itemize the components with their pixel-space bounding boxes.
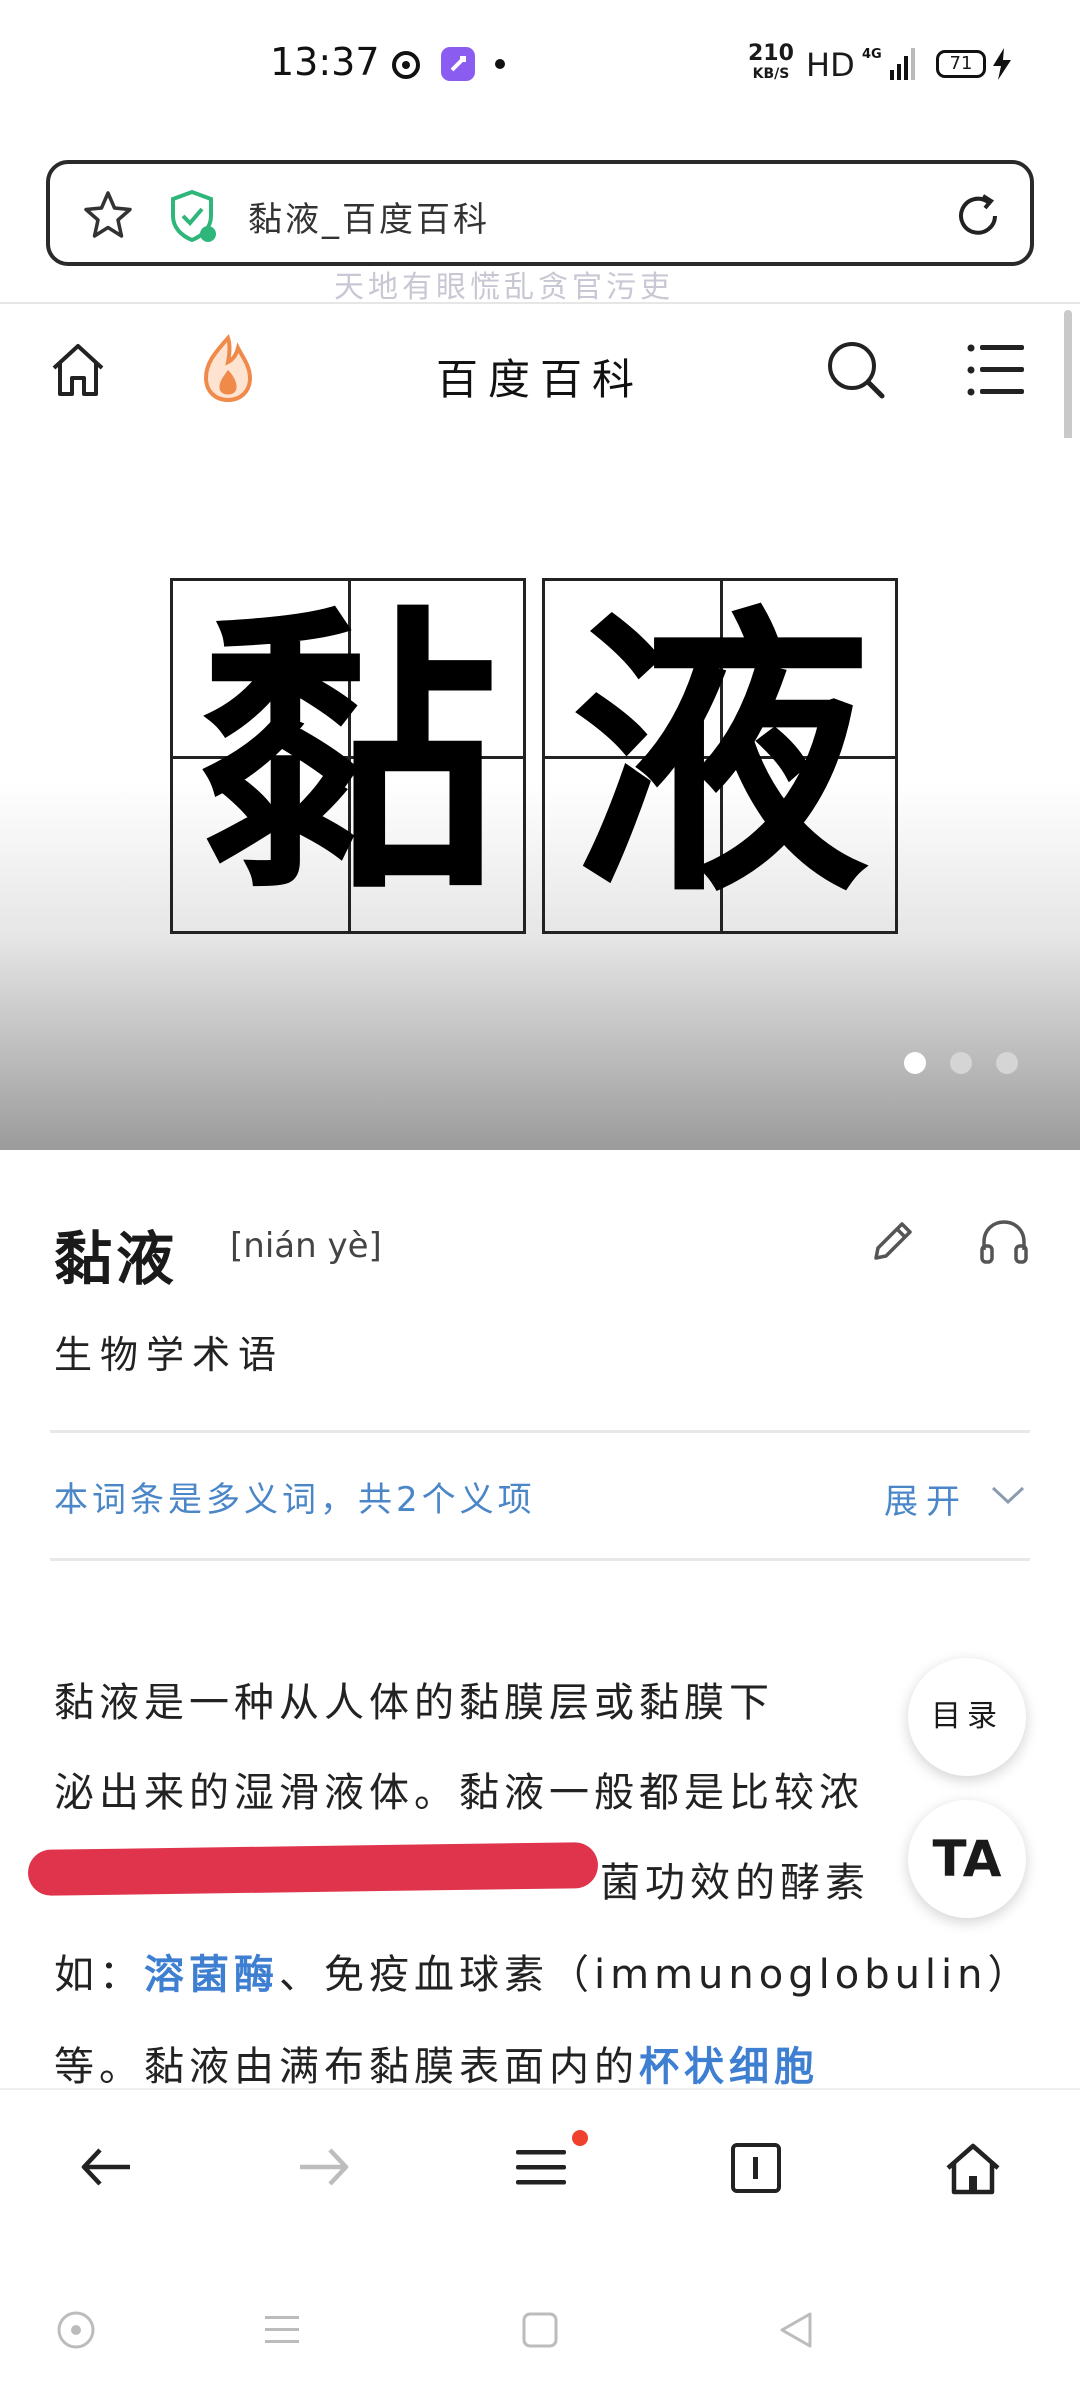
watermark-text: 天地有眼慌乱贪官污吏	[334, 270, 674, 305]
edit-pencil-icon[interactable]	[866, 1216, 918, 1268]
link-goblet-cell[interactable]: 杯状细胞	[639, 2044, 819, 2090]
site-title: 百度百科	[435, 355, 644, 404]
expand-button[interactable]: 展开	[884, 1474, 968, 1523]
site-header: 百度百科	[0, 302, 1080, 440]
text-segment: 等。黏液由满布黏膜表面内的	[54, 2044, 639, 2090]
signal-icon: 4G	[862, 47, 915, 80]
net-speed-value: 210	[748, 41, 794, 66]
forward-arrow-icon[interactable]	[294, 2142, 352, 2192]
term-title: 黏液	[54, 1225, 179, 1293]
security-shield-icon[interactable]	[164, 188, 220, 244]
character-grid-2: 液	[542, 578, 898, 934]
system-nav-bar	[0, 2248, 1080, 2400]
character-grid-1: 黏	[170, 578, 526, 934]
back-triangle-icon[interactable]	[776, 2310, 816, 2350]
polysemy-notice[interactable]: 本词条是多义词，共2个义项	[54, 1472, 536, 1521]
carousel-dots[interactable]	[904, 1052, 1042, 1078]
carousel-dot[interactable]	[996, 1052, 1018, 1074]
article-line: 泌出来的湿滑液体。黏液一般都是比较浓	[54, 1770, 864, 1816]
toc-button[interactable]: 目录	[908, 1658, 1026, 1776]
notification-dot-icon	[495, 59, 505, 69]
link-lysozyme[interactable]: 溶菌酶	[144, 1952, 279, 1998]
page-url-title[interactable]: 黏液_百度百科	[248, 192, 490, 241]
address-bar[interactable]: 黏液_百度百科	[46, 160, 1034, 266]
term-subtitle: 生物学术语	[54, 1333, 285, 1377]
assistant-icon[interactable]	[56, 2310, 96, 2350]
divider	[50, 1430, 1030, 1433]
home-icon[interactable]	[944, 2142, 1002, 2196]
carousel-dot[interactable]	[904, 1052, 926, 1074]
hd-indicator: HD	[806, 46, 855, 84]
charging-icon	[993, 48, 1011, 80]
article-line: 黏液是一种从人体的黏膜层或黏膜下	[54, 1680, 774, 1726]
home-square-icon[interactable]	[520, 2310, 560, 2350]
chevron-down-icon[interactable]	[990, 1484, 1026, 1506]
browser-toolbar	[0, 2088, 1080, 2250]
hero-character: 黏	[198, 579, 498, 932]
headphones-icon[interactable]	[976, 1216, 1032, 1268]
bookmark-star-icon[interactable]	[80, 188, 136, 244]
notification-dot	[572, 2130, 588, 2146]
reload-icon[interactable]	[950, 188, 1006, 244]
hero-character: 液	[570, 579, 870, 932]
ta-button[interactable]: TA	[908, 1800, 1026, 1918]
redaction-scribble	[27, 1842, 599, 1896]
net-speed: 210 KB/S	[748, 41, 794, 84]
article-line: 如：溶菌酶、免疫血球素（immunoglobulin）	[54, 1942, 1033, 2000]
back-arrow-icon[interactable]	[78, 2142, 136, 2192]
menu-icon[interactable]	[514, 2142, 568, 2192]
status-bar: 13:37 210 KB/S HD 4G 71	[0, 0, 1080, 140]
netease-music-icon	[392, 51, 420, 79]
recents-icon[interactable]	[262, 2310, 302, 2350]
divider	[50, 1558, 1030, 1561]
term-pinyin: [nián yè]	[230, 1226, 382, 1266]
tabs-icon[interactable]	[730, 2142, 782, 2194]
network-type: 4G	[862, 47, 882, 62]
carousel-dot[interactable]	[950, 1052, 972, 1074]
article-line: 等。黏液由满布黏膜表面内的杯状细胞	[54, 2034, 819, 2092]
text-segment: 如：	[54, 1952, 144, 1998]
menu-list-icon[interactable]	[966, 342, 1026, 398]
app-launcher-icon	[441, 47, 475, 81]
hero-image[interactable]: 黏 液	[0, 438, 1080, 1150]
status-time: 13:37	[270, 40, 380, 84]
net-speed-unit: KB/S	[752, 66, 790, 82]
text-segment: 、免疫血球素（immunoglobulin）	[279, 1952, 1033, 1998]
battery-indicator: 71	[936, 50, 986, 78]
search-icon[interactable]	[824, 338, 888, 402]
article-line: 菌功效的酵素	[600, 1860, 870, 1906]
